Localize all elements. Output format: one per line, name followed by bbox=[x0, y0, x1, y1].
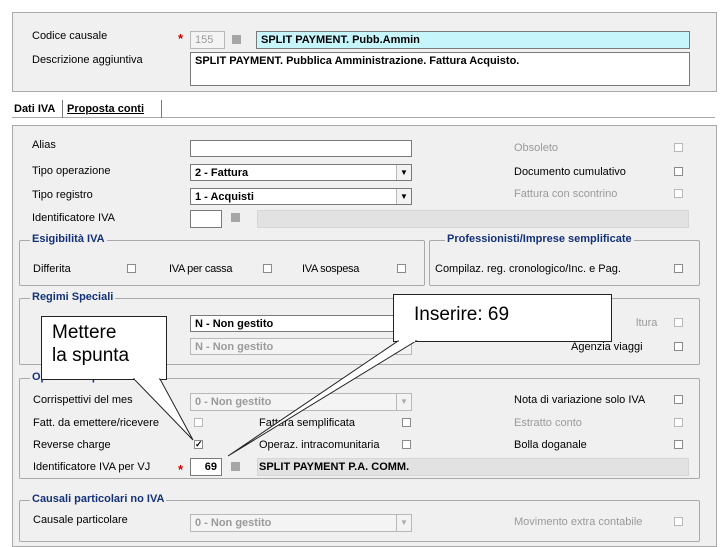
differita-checkbox[interactable] bbox=[127, 264, 136, 273]
estratto-conto-checkbox[interactable] bbox=[674, 418, 683, 427]
fattura-semplificata-checkbox[interactable] bbox=[402, 418, 411, 427]
iva-sospesa-checkbox[interactable] bbox=[397, 264, 406, 273]
regime-select-2-value: N - Non gestito bbox=[195, 341, 274, 353]
ident-vj-field[interactable]: 69 bbox=[190, 458, 222, 476]
fattura-scontrino-checkbox[interactable] bbox=[674, 189, 683, 198]
corrispettivi-label: Corrispettivi del mes bbox=[33, 394, 133, 406]
descrizione-aggiuntiva-label: Descrizione aggiuntiva bbox=[32, 54, 143, 66]
causali-title: Causali particolari no IVA bbox=[30, 493, 167, 505]
descrizione-aggiuntiva-field[interactable]: SPLIT PAYMENT. Pubblica Amministrazione.… bbox=[190, 52, 690, 86]
iva-per-cassa-checkbox[interactable] bbox=[263, 264, 272, 273]
tipo-registro-select[interactable]: 1 - Acquisti ▼ bbox=[190, 188, 412, 205]
tab-separator bbox=[161, 100, 162, 118]
corrispettivi-select[interactable]: 0 - Non gestito ▼ bbox=[190, 393, 412, 411]
fatt-emettere-checkbox[interactable] bbox=[194, 418, 203, 427]
ident-vj-desc: SPLIT PAYMENT P.A. COMM. bbox=[259, 461, 410, 473]
iva-sospesa-label: IVA sospesa bbox=[302, 263, 360, 275]
causale-particolare-value: 0 - Non gestito bbox=[195, 517, 272, 529]
differita-label: Differita bbox=[33, 263, 71, 275]
dropdown-arrow-icon[interactable]: ▼ bbox=[396, 515, 411, 531]
agenzia-viaggi-label: Agenzia viaggi bbox=[571, 341, 643, 353]
reverse-charge-label: Reverse charge bbox=[33, 439, 111, 451]
dropdown-arrow-icon[interactable]: ▼ bbox=[396, 394, 411, 410]
tipo-operazione-select[interactable]: 2 - Fattura ▼ bbox=[190, 164, 412, 181]
callout-inserire: Inserire: 69 bbox=[393, 294, 612, 342]
tab-separator bbox=[62, 100, 63, 118]
codice-causale-label: Codice causale bbox=[32, 30, 108, 42]
nota-variazione-label: Nota di variazione solo IVA bbox=[514, 394, 646, 406]
lookup-square-icon[interactable] bbox=[231, 462, 240, 471]
required-star-icon: * bbox=[178, 462, 184, 477]
regime-select-2[interactable]: N - Non gestito ▼ bbox=[190, 338, 412, 355]
bolla-doganale-label: Bolla doganale bbox=[514, 439, 587, 451]
identificatore-iva-field[interactable] bbox=[190, 210, 222, 228]
dropdown-arrow-icon[interactable]: ▼ bbox=[396, 165, 411, 180]
identificatore-iva-desc bbox=[257, 210, 689, 228]
tipo-registro-label: Tipo registro bbox=[32, 189, 93, 201]
callout-mettere-la-spunta: Mettere la spunta bbox=[41, 316, 167, 380]
documento-cumulativo-label: Documento cumulativo bbox=[514, 166, 626, 178]
codice-causale-field[interactable]: 155 bbox=[190, 31, 225, 49]
iva-per-cassa-label: IVA per cassa bbox=[169, 263, 233, 275]
tab-bar-line bbox=[12, 117, 715, 118]
callout-mettere-line1: Mettere bbox=[52, 322, 117, 343]
esigibilita-title: Esigibilità IVA bbox=[30, 233, 107, 245]
operaz-intra-checkbox[interactable] bbox=[402, 440, 411, 449]
causale-particolare-label: Causale particolare bbox=[33, 514, 128, 526]
regime-select-1[interactable]: N - Non gestito ▼ bbox=[190, 315, 412, 332]
dropdown-arrow-icon[interactable]: ▼ bbox=[396, 189, 411, 204]
tipo-operazione-value: 2 - Fattura bbox=[195, 167, 249, 179]
corrispettivi-value: 0 - Non gestito bbox=[195, 396, 272, 408]
compilaz-reg-label: Compilaz. reg. cronologico/Inc. e Pag. bbox=[435, 263, 621, 275]
causale-particolare-select[interactable]: 0 - Non gestito ▼ bbox=[190, 514, 412, 532]
obsoleto-checkbox[interactable] bbox=[674, 143, 683, 152]
documento-cumulativo-checkbox[interactable] bbox=[674, 167, 683, 176]
regimi-speciali-title: Regimi Speciali bbox=[30, 291, 116, 303]
obsoleto-label: Obsoleto bbox=[514, 142, 559, 154]
nota-variazione-checkbox[interactable] bbox=[674, 395, 683, 404]
regime-fattura-checkbox[interactable] bbox=[674, 318, 683, 327]
callout-mettere-line2: la spunta bbox=[52, 345, 130, 366]
fattura-scontrino-label: Fattura con scontrino bbox=[514, 188, 618, 200]
tab-dati-iva[interactable]: Dati IVA bbox=[14, 103, 55, 115]
tab-proposta-conti[interactable]: Proposta conti bbox=[67, 103, 144, 115]
identificatore-iva-label: Identificatore IVA bbox=[32, 212, 115, 224]
lookup-square-icon[interactable] bbox=[231, 213, 240, 222]
required-star-icon: * bbox=[178, 31, 184, 46]
estratto-conto-label: Estratto conto bbox=[514, 417, 582, 429]
movimento-extra-checkbox[interactable] bbox=[674, 517, 683, 526]
bolla-doganale-checkbox[interactable] bbox=[674, 440, 683, 449]
alias-field[interactable] bbox=[190, 140, 412, 157]
fattura-partial-label: ltura bbox=[636, 317, 658, 329]
fattura-semplificata-label: Fattura semplificata bbox=[259, 417, 355, 429]
ident-vj-label: Identificatore IVA per VJ bbox=[33, 461, 151, 473]
tipo-registro-value: 1 - Acquisti bbox=[195, 191, 254, 203]
operaz-intra-label: Operaz. intracomunitaria bbox=[259, 439, 380, 451]
tipo-operazione-label: Tipo operazione bbox=[32, 165, 111, 177]
reverse-charge-checkbox[interactable]: ✓ bbox=[194, 440, 203, 449]
codice-causale-desc-field[interactable]: SPLIT PAYMENT. Pubb.Ammin bbox=[256, 31, 690, 49]
fatt-emettere-label: Fatt. da emettere/ricevere bbox=[33, 417, 159, 429]
agenzia-viaggi-checkbox[interactable] bbox=[674, 342, 683, 351]
professionisti-title: Professionisti/Imprese semplificate bbox=[445, 233, 634, 245]
compilaz-reg-checkbox[interactable] bbox=[674, 264, 683, 273]
regime-select-1-value: N - Non gestito bbox=[195, 318, 274, 330]
alias-label: Alias bbox=[32, 139, 56, 151]
movimento-extra-label: Movimento extra contabile bbox=[514, 516, 643, 528]
lookup-square-icon[interactable] bbox=[232, 35, 241, 44]
